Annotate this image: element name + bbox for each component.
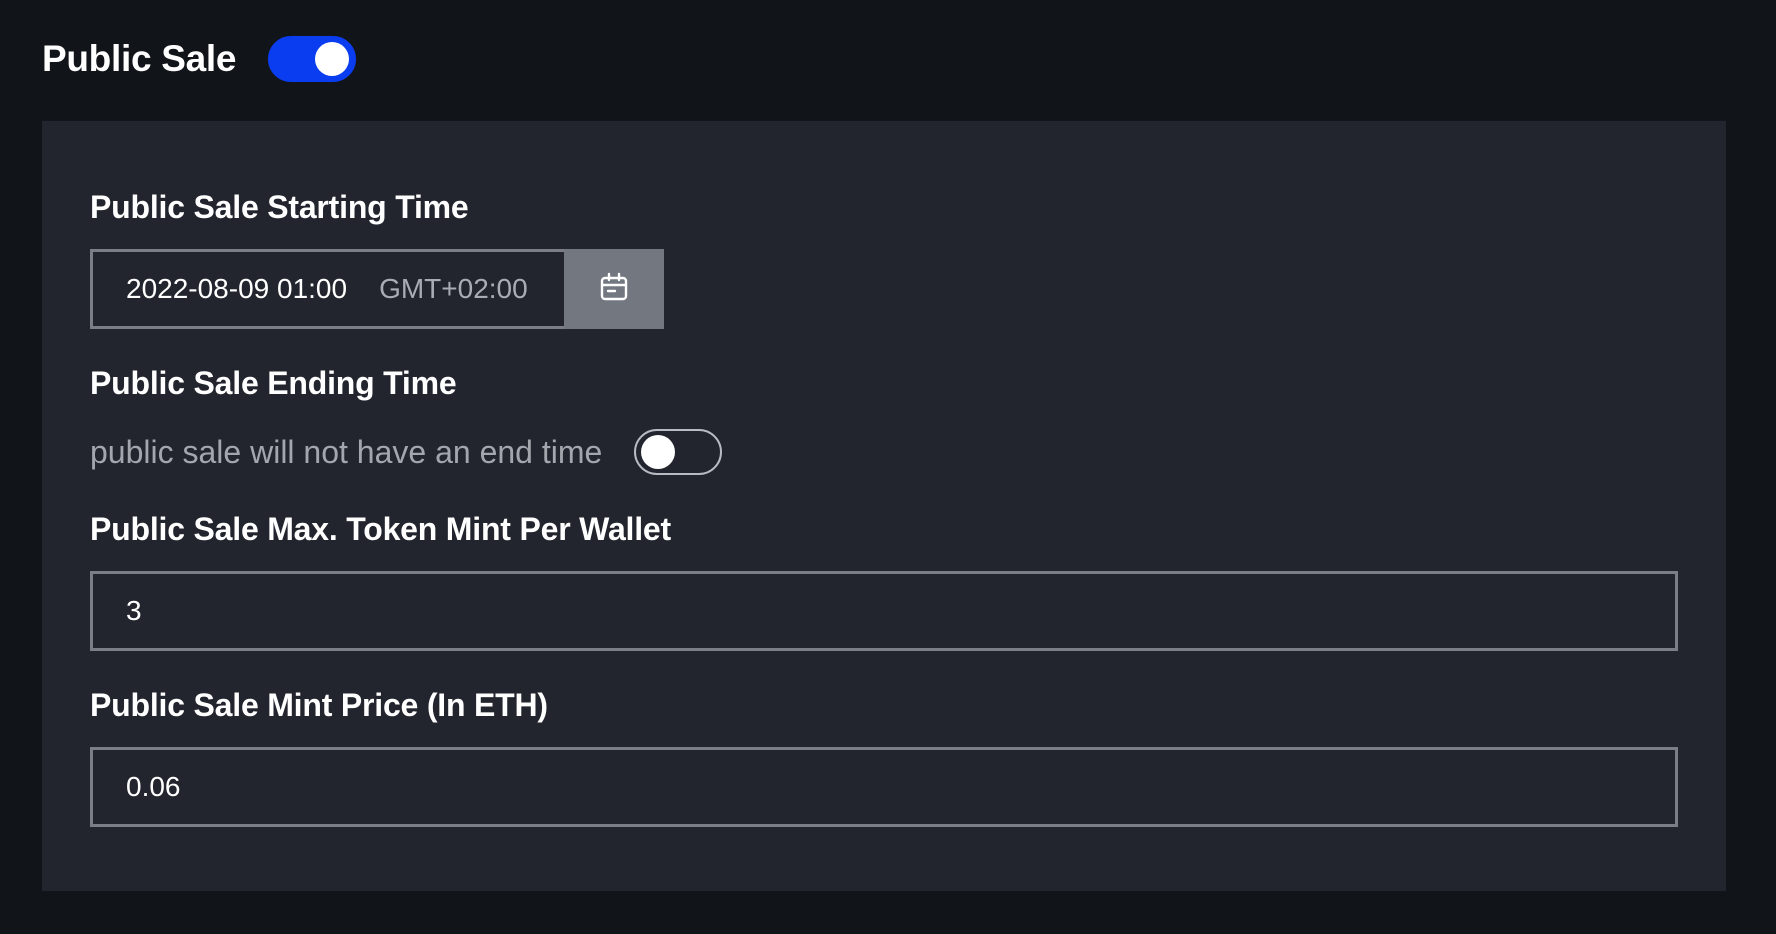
timezone-label: GMT+02:00 [379,273,528,304]
mint-price-input[interactable] [90,747,1678,827]
no-end-time-text: public sale will not have an end time [90,433,603,470]
section-title: Public Sale [42,38,237,79]
ending-time-label: Public Sale Ending Time [90,365,457,401]
calendar-icon [599,272,629,307]
mint-price-label: Public Sale Mint Price (In ETH) [90,687,548,723]
starting-time-value: 2022-08-09 01:00 [126,273,348,304]
max-mint-input[interactable] [90,571,1678,651]
starting-time-input[interactable]: 2022-08-09 01:00 GMT+02:00 [90,249,564,329]
end-time-toggle[interactable] [634,429,723,475]
calendar-button[interactable] [564,249,664,329]
public-sale-panel: Public Sale Starting Time 2022-08-09 01:… [42,121,1726,891]
public-sale-toggle[interactable] [268,36,357,82]
toggle-knob [315,42,350,76]
starting-time-picker: 2022-08-09 01:00 GMT+02:00 [90,249,664,329]
toggle-knob [641,435,676,469]
ending-time-row: public sale will not have an end time [90,429,723,475]
page: Public Sale Public Sale Starting Time 20… [0,0,1776,934]
max-mint-label: Public Sale Max. Token Mint Per Wallet [90,511,671,547]
starting-time-label: Public Sale Starting Time [90,189,469,225]
public-sale-header: Public Sale [42,36,357,82]
